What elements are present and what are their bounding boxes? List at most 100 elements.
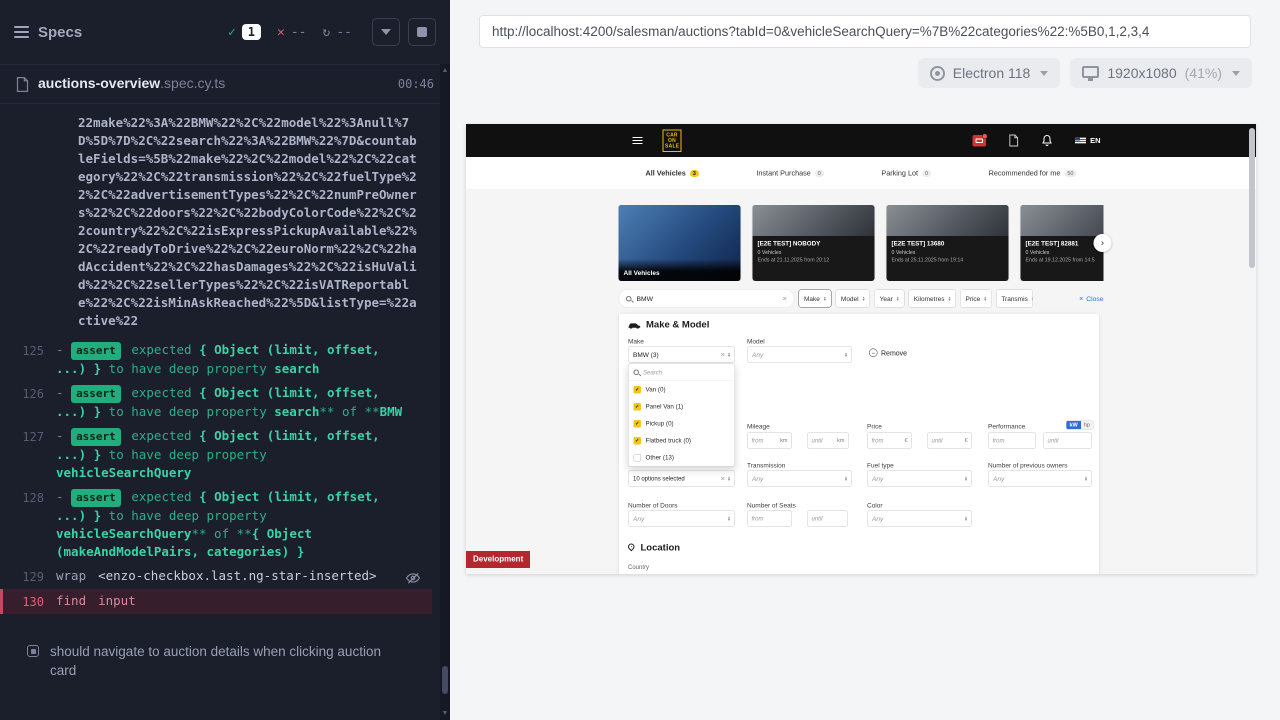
price-until-input[interactable]: until€ (927, 433, 972, 449)
mileage-until-input[interactable]: untilkm (807, 433, 849, 449)
previous-owners-select[interactable]: Any▴▾ (988, 471, 1092, 487)
dropdown-search-input[interactable]: Search (629, 364, 735, 381)
language-code: EN (1090, 136, 1100, 145)
make-dropdown: Search ✓Van (0)✓Panel Van (1)✓Pickup (0)… (628, 364, 735, 467)
chevron-down-icon (381, 29, 391, 35)
notifications-bell-icon[interactable] (1041, 134, 1053, 147)
aut-url[interactable]: http://localhost:4200/salesman/auctions?… (479, 15, 1251, 48)
app-menu-icon[interactable] (633, 137, 643, 144)
clear-search-icon[interactable]: × (783, 295, 787, 303)
checkbox-icon[interactable]: ✓ (634, 386, 642, 394)
hp-option[interactable]: hp (1081, 421, 1093, 429)
command-row-128[interactable]: 128- assert expected { Object (limit, of… (0, 485, 432, 564)
sort-arrows-icon: ▴▾ (863, 296, 865, 301)
transmission-select[interactable]: Any▴▾ (747, 471, 852, 487)
categories-select[interactable]: 10 options selected × ▴▾ (628, 471, 735, 487)
kw-option[interactable]: kW (1067, 421, 1081, 429)
spec-file-row[interactable]: auctions-overview.spec.cy.ts 00:46 (0, 64, 450, 104)
close-label: Close (1086, 295, 1103, 303)
checkbox-icon[interactable]: ✓ (634, 403, 642, 411)
stop-button[interactable] (408, 18, 436, 46)
stat-failed: ✕-- (277, 25, 306, 40)
chip-kilometres[interactable]: Kilometres▴▾ (908, 290, 956, 308)
close-filters-button[interactable]: × Close (1079, 295, 1103, 303)
failed-count: -- (291, 25, 307, 40)
command-row-125[interactable]: 125- assert expected { Object (limit, of… (0, 338, 432, 381)
app-logo[interactable]: CAR ON SALE (663, 129, 682, 152)
scroll-down-icon[interactable]: ▼ (440, 710, 450, 717)
tab-count-badge: 3 (690, 170, 699, 177)
featured-auction-card[interactable]: All Vehicles (619, 205, 741, 281)
command-row-126[interactable]: 126- assert expected { Object (limit, of… (0, 381, 432, 424)
checkbox-icon[interactable]: ✓ (634, 437, 642, 445)
chip-make[interactable]: Make▴▾ (799, 290, 832, 308)
clear-icon[interactable]: × (721, 351, 725, 359)
check-icon: ✓ (228, 25, 236, 40)
chip-model[interactable]: Model▴▾ (835, 290, 870, 308)
checkbox-icon[interactable]: ✓ (634, 420, 642, 428)
make-select[interactable]: BMW (3) × ▴▾ (628, 347, 735, 363)
command-line-number: 125 (0, 341, 56, 378)
collapse-button[interactable] (372, 18, 400, 46)
auction-end-time: Ends at 21.11.2025 from 20:12 (758, 257, 870, 263)
tab-recommended-for-me[interactable]: Recommended for me50 (989, 169, 1077, 177)
seats-until-input[interactable]: until (807, 511, 848, 527)
auction-card[interactable]: [E2E TEST] NOBODY0 VehiclesEnds at 21.11… (753, 205, 875, 281)
fuel-type-select[interactable]: Any▴▾ (867, 471, 972, 487)
language-selector[interactable]: EN (1075, 136, 1100, 145)
checkbox-icon[interactable] (634, 454, 642, 462)
eye-hidden-icon[interactable] (406, 570, 420, 589)
option-van-0-[interactable]: ✓Van (0) (629, 381, 735, 398)
tab-instant-purchase[interactable]: Instant Purchase0 (756, 169, 823, 177)
auction-card[interactable]: [E2E TEST] 136800 VehiclesEnds at 25.11.… (887, 205, 1009, 281)
scrollbar-thumb[interactable] (1249, 128, 1255, 268)
sort-arrows-icon: ▴▾ (965, 476, 967, 481)
doors-label: Number of Doors (628, 502, 677, 510)
command-text: - assert expected { Object (limit, offse… (56, 341, 432, 378)
remove-button[interactable]: − Remove (869, 349, 907, 358)
clear-icon[interactable]: × (721, 475, 725, 483)
tab-parking-lot[interactable]: Parking Lot0 (881, 169, 931, 177)
command-row-127[interactable]: 127- assert expected { Object (limit, of… (0, 424, 432, 485)
performance-until-input[interactable]: until (1043, 433, 1092, 449)
command-row-129[interactable]: 129wrap<enzo-checkbox.last.ng-star-inser… (0, 564, 432, 589)
option-panel-van-1-[interactable]: ✓ Panel Van (1) (629, 398, 735, 415)
command-row-130[interactable]: 130findinput (0, 589, 432, 614)
mileage-from-input[interactable]: fromkm (747, 433, 792, 449)
carousel-next-button[interactable]: › (1094, 234, 1112, 252)
chip-price[interactable]: Price▴▾ (960, 290, 992, 308)
sort-arrows-icon: ▴▾ (984, 296, 986, 301)
auction-card-image (887, 205, 1009, 236)
live-auctions-icon[interactable] (973, 135, 987, 147)
app-scrollbar[interactable] (1249, 126, 1255, 572)
option-pickup-0-[interactable]: ✓Pickup (0) (629, 415, 735, 432)
tab-label: Parking Lot (881, 169, 918, 177)
scroll-up-icon[interactable]: ▲ (440, 67, 450, 74)
seats-from-input[interactable]: from (747, 511, 792, 527)
option-flatbed-truck-0-[interactable]: ✓Flatbed truck (0) (629, 432, 735, 449)
sidebar-scrollbar[interactable]: ▲ ▼ (440, 64, 450, 720)
vehicle-search-input[interactable]: BMW × (619, 289, 795, 308)
chip-year[interactable]: Year▴▾ (874, 290, 904, 308)
doors-select[interactable]: Any▴▾ (628, 511, 735, 527)
specs-menu-button[interactable]: Specs (14, 24, 82, 41)
auction-card[interactable]: [E2E TEST] 828810 VehiclesEnds at 19.12.… (1021, 205, 1104, 281)
price-from-input[interactable]: from€ (867, 433, 912, 449)
development-badge: Development (466, 551, 530, 568)
option-label: Panel Van (1) (646, 403, 684, 410)
documents-icon[interactable] (1008, 134, 1019, 147)
app-header: CAR ON SALE EN (466, 124, 1256, 157)
scrollbar-thumb[interactable] (442, 666, 448, 694)
model-select[interactable]: Any ▴▾ (747, 347, 852, 363)
color-select[interactable]: Any▴▾ (867, 511, 972, 527)
test-icon (27, 645, 39, 657)
performance-from-input[interactable]: from (988, 433, 1036, 449)
option-other-13-[interactable]: Other (13) (629, 449, 735, 466)
power-unit-toggle[interactable]: kW hp (1066, 421, 1093, 430)
browser-selector[interactable]: Electron 118 (918, 58, 1061, 88)
command-text: - assert expected { Object (limit, offse… (56, 427, 432, 482)
next-test-item[interactable]: should navigate to auction details when … (27, 642, 396, 680)
viewport-selector[interactable]: 1920x1080 (41%) (1070, 58, 1252, 88)
chip-transmis[interactable]: Transmis▴▾ (996, 290, 1033, 308)
tab-all-vehicles[interactable]: All Vehicles3 (646, 169, 699, 177)
